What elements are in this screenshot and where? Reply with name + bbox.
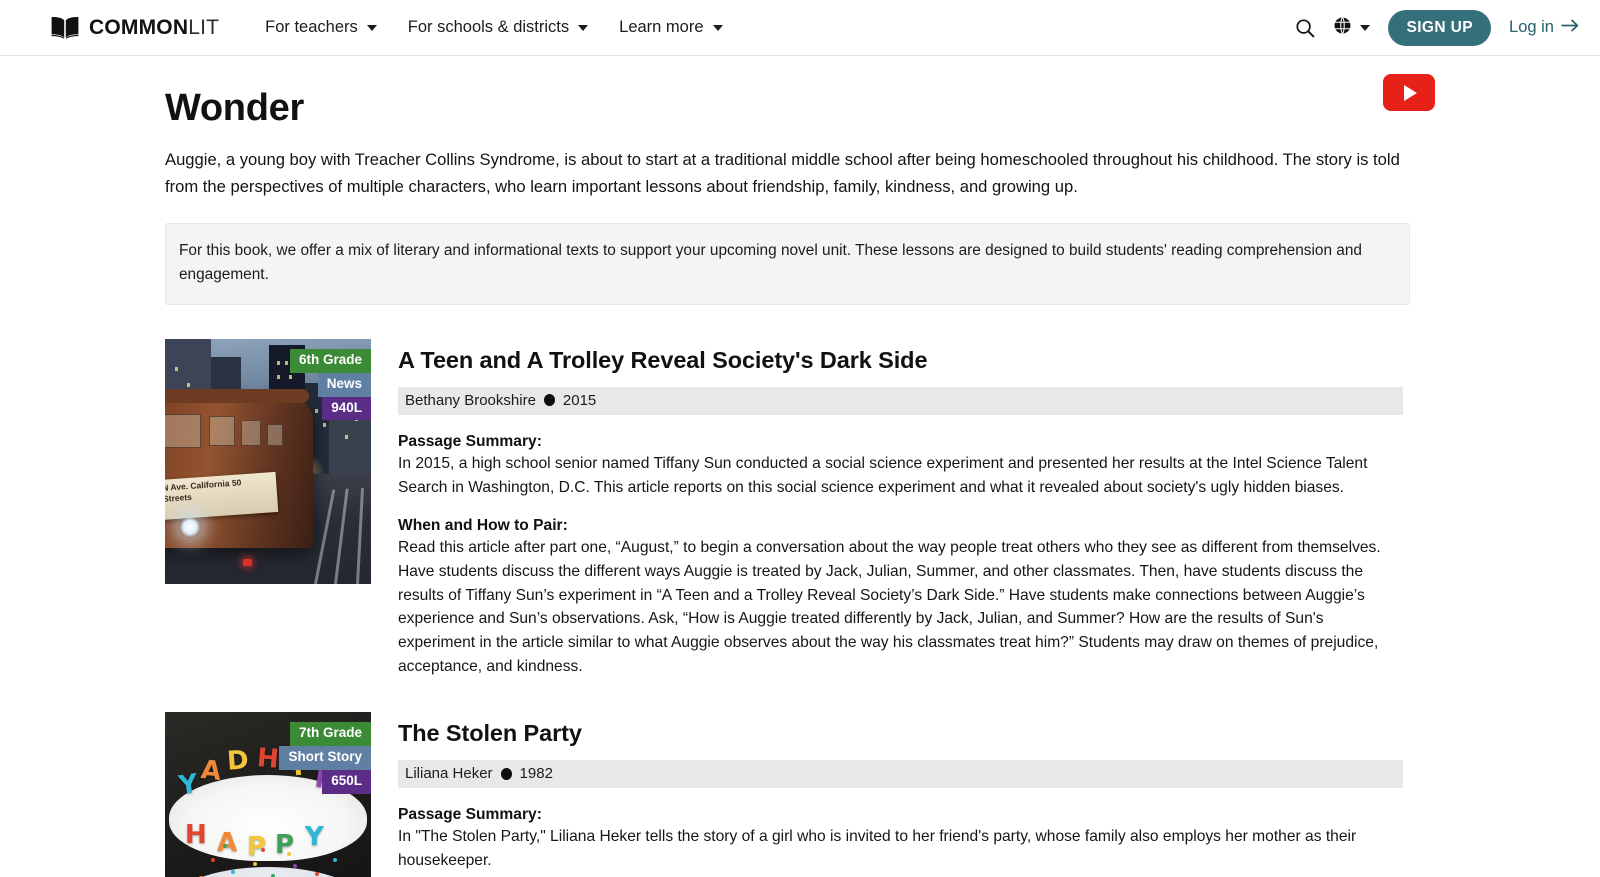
- lesson-thumbnail[interactable]: Y A D H T I H A P P Y: [165, 712, 371, 877]
- commonlit-logo[interactable]: COMMONLIT: [50, 16, 219, 39]
- lesson-title[interactable]: A Teen and A Trolley Reveal Society's Da…: [398, 347, 1403, 374]
- book-description: Auggie, a young boy with Treacher Collin…: [165, 149, 1400, 196]
- nav-item-learn-more[interactable]: Learn more: [619, 18, 723, 37]
- passage-summary-section: Passage Summary: In 2015, a high school …: [398, 433, 1403, 499]
- top-navigation-bar: COMMONLIT For teachers For schools & dis…: [0, 0, 1600, 56]
- book-unit-page: Wonder Auggie, a young boy with Treacher…: [0, 56, 1600, 877]
- pairing-label: When and How to Pair:: [398, 517, 568, 535]
- log-in-link[interactable]: Log in: [1509, 18, 1580, 38]
- lesson-details: The Stolen Party Liliana Heker 1982 Pass…: [398, 712, 1403, 877]
- bullet-separator-icon: [543, 394, 555, 407]
- passage-summary-label: Passage Summary:: [398, 806, 542, 824]
- trolley-sign: N Ave. California 50 Streets: [165, 471, 279, 520]
- lesson-card: Y A D H T I H A P P Y: [165, 712, 1435, 877]
- page-title: Wonder: [165, 87, 304, 129]
- genre-badge: Short Story: [279, 746, 371, 771]
- globe-icon: [1333, 16, 1352, 40]
- sign-up-button[interactable]: SIGN UP: [1388, 9, 1492, 46]
- lexile-badge: 650L: [322, 770, 371, 794]
- lesson-year: 2015: [562, 391, 597, 409]
- open-book-icon: [50, 16, 80, 39]
- brand-common: COMMON: [89, 16, 189, 39]
- thumbnail-badges: 7th Grade Short Story 650L: [279, 722, 371, 794]
- lexile-badge: 940L: [322, 396, 371, 421]
- lesson-title[interactable]: The Stolen Party: [398, 720, 1403, 747]
- play-triangle: [1404, 84, 1417, 101]
- passage-summary-label: Passage Summary:: [398, 432, 542, 450]
- nav-right-controls: SIGN UP Log in: [1295, 9, 1580, 46]
- passage-summary-text: In "The Stolen Party," Liliana Heker tel…: [398, 828, 1357, 870]
- genre-badge: News: [317, 372, 371, 397]
- grade-badge: 6th Grade: [289, 348, 371, 373]
- pairing-text: Read this article after part one, “Augus…: [398, 539, 1381, 675]
- brand-wordmark: COMMONLIT: [89, 17, 219, 38]
- lesson-byline: Liliana Heker 1982: [398, 760, 1403, 789]
- lesson-card: N Ave. California 50 Streets 6th Grade N…: [165, 338, 1435, 679]
- lesson-details: A Teen and A Trolley Reveal Society's Da…: [398, 339, 1403, 679]
- chevron-down-icon: [1360, 24, 1371, 31]
- lesson-thumbnail[interactable]: N Ave. California 50 Streets 6th Grade N…: [165, 338, 371, 584]
- arrow-right-icon: [1561, 18, 1580, 38]
- page-title-row: Wonder: [165, 56, 1435, 130]
- pairing-section: When and How to Pair: Read this article …: [398, 517, 1403, 678]
- bullet-separator-icon: [500, 767, 512, 780]
- nav-item-for-teachers[interactable]: For teachers: [265, 18, 377, 37]
- brand-lit: LIT: [188, 16, 220, 39]
- grade-badge: 7th Grade: [289, 722, 371, 747]
- unit-notice-box: For this book, we offer a mix of literar…: [165, 222, 1410, 305]
- lesson-year: 1982: [519, 765, 553, 783]
- language-selector[interactable]: [1333, 16, 1371, 40]
- youtube-play-icon[interactable]: [1383, 74, 1435, 111]
- nav-label: For schools & districts: [407, 18, 570, 36]
- passage-summary-text: In 2015, a high school senior named Tiff…: [398, 454, 1368, 496]
- lesson-author: Liliana Heker: [405, 765, 493, 783]
- lesson-author: Bethany Brookshire: [405, 391, 536, 409]
- thumbnail-badges: 6th Grade News 940L: [289, 348, 371, 421]
- log-in-label: Log in: [1509, 18, 1554, 36]
- chevron-down-icon: [712, 24, 723, 31]
- lesson-byline: Bethany Brookshire 2015: [398, 386, 1403, 415]
- nav-label: For teachers: [265, 18, 358, 36]
- passage-summary-section: Passage Summary: In "The Stolen Party," …: [398, 806, 1403, 872]
- chevron-down-icon: [578, 24, 589, 31]
- nav-label: Learn more: [619, 18, 704, 36]
- nav-item-for-schools-districts[interactable]: For schools & districts: [407, 18, 589, 37]
- chevron-down-icon: [366, 24, 377, 31]
- search-icon[interactable]: [1295, 18, 1315, 38]
- primary-nav-links: For teachers For schools & districts Lea…: [265, 18, 723, 37]
